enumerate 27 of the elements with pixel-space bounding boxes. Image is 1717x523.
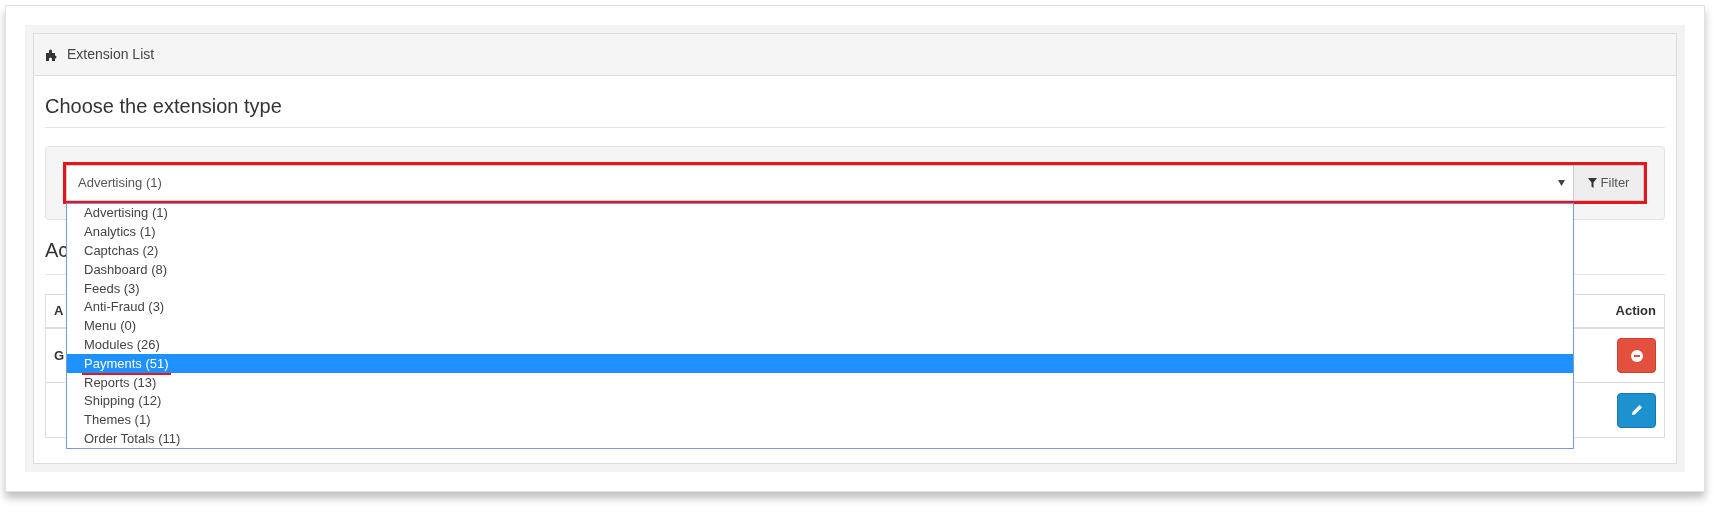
dropdown-option[interactable]: Shipping (12): [67, 391, 1573, 411]
filter-button[interactable]: Filter: [1574, 165, 1644, 201]
section-heading: Ac: [45, 238, 69, 263]
filter-icon: [1587, 178, 1597, 188]
uninstall-button[interactable]: [1617, 338, 1656, 373]
dropdown-option[interactable]: Themes (1): [67, 410, 1573, 430]
panel-title: Extension List: [67, 45, 155, 64]
dropdown-option[interactable]: Anti-Fraud (3): [67, 298, 1573, 317]
table-cell-text: G: [54, 346, 65, 365]
dropdown-option[interactable]: Dashboard (8): [67, 260, 1573, 280]
type-select[interactable]: Advertising (1): [66, 165, 1574, 201]
dropdown-option[interactable]: Analytics (1): [67, 222, 1573, 242]
puzzle-icon: [46, 48, 59, 61]
dropdown-option[interactable]: Reports (13): [67, 373, 1573, 392]
dropdown-option[interactable]: Modules (26): [67, 335, 1573, 355]
column-header: A: [54, 302, 64, 321]
section-heading: Choose the extension type: [45, 94, 283, 119]
edit-button[interactable]: [1617, 392, 1656, 428]
dropdown-option[interactable]: Feeds (3): [67, 279, 1573, 298]
dropdown-caret-icon: [1558, 180, 1565, 186]
dropdown-option[interactable]: Menu (0): [67, 316, 1573, 336]
pencil-icon: [1630, 404, 1643, 416]
column-header: Action: [1615, 302, 1656, 321]
dropdown-option[interactable]: Captchas (2): [67, 241, 1573, 261]
minus-circle-icon: [1630, 349, 1643, 362]
dropdown-option[interactable]: Advertising (1): [67, 204, 1573, 223]
dropdown-option[interactable]: Order Totals (11): [67, 429, 1573, 449]
